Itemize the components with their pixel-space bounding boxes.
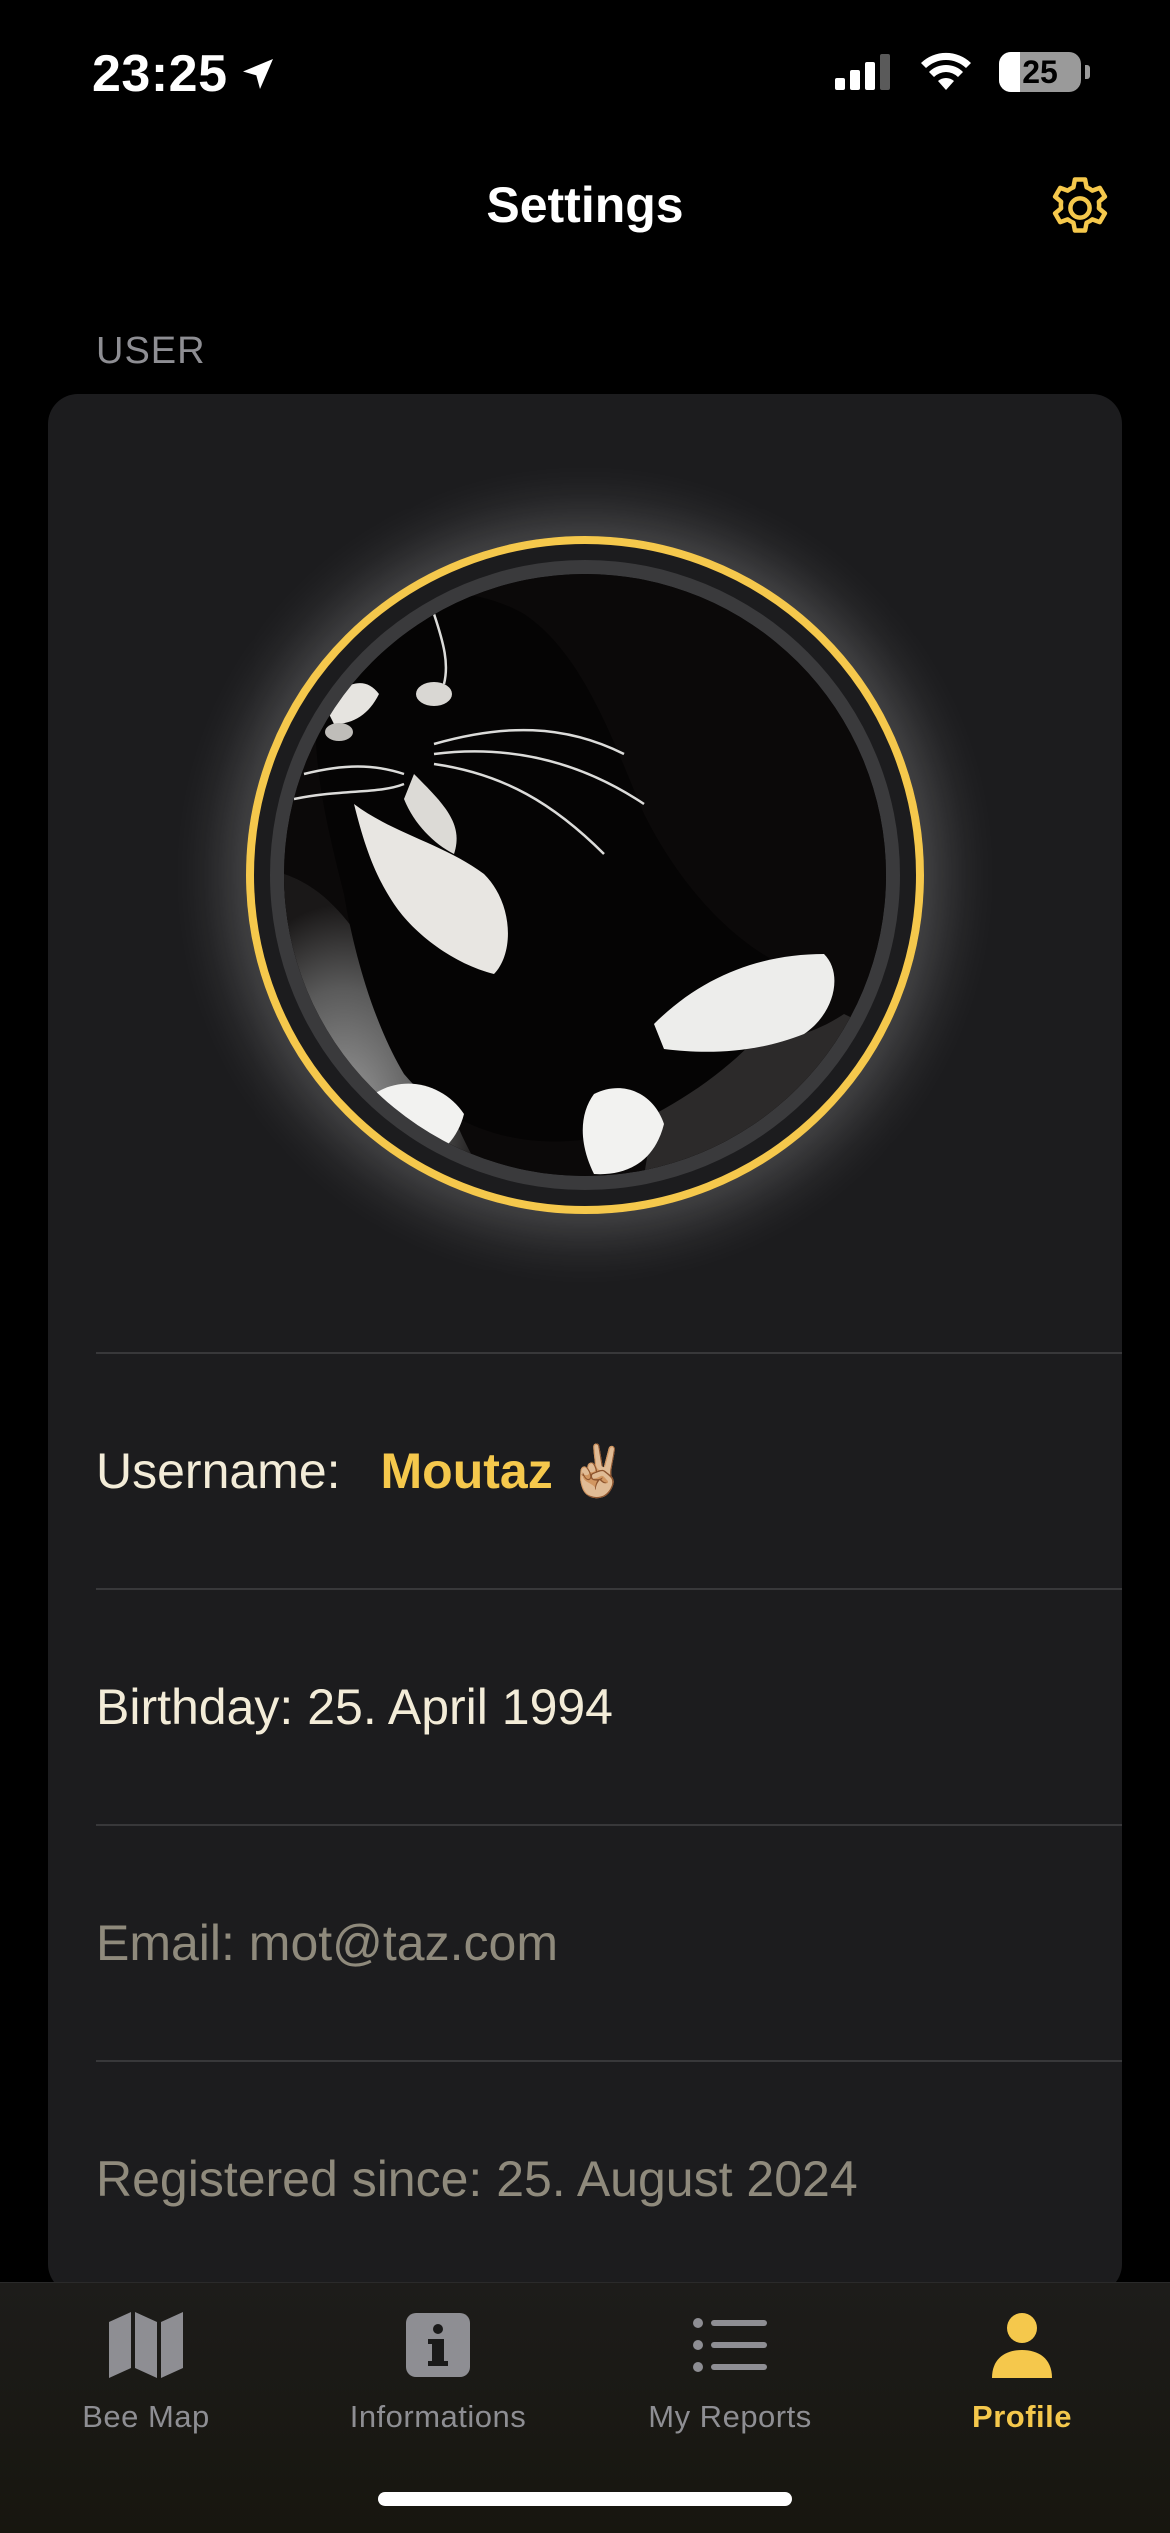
registered-row: Registered since: 25. August 2024 <box>96 2062 1122 2294</box>
home-indicator[interactable] <box>378 2492 792 2506</box>
tab-my-reports[interactable]: My Reports <box>584 2305 876 2465</box>
birthday-row[interactable]: Birthday: 25. April 1994 <box>96 1590 1122 1824</box>
battery-fill <box>999 52 1020 92</box>
tab-label: My Reports <box>648 2399 812 2434</box>
avatar-photo <box>284 574 886 1176</box>
info-icon <box>398 2305 478 2385</box>
tab-bee-map[interactable]: Bee Map <box>0 2305 292 2465</box>
location-arrow-icon <box>242 59 273 89</box>
cellular-signal-icon <box>835 54 890 90</box>
settings-gear-button[interactable] <box>1042 170 1118 246</box>
battery-level: 25 <box>1022 53 1058 90</box>
tab-label: Profile <box>972 2399 1072 2434</box>
birthday-text: Birthday: 25. April 1994 <box>96 1679 613 1735</box>
user-card: Username: Moutaz ✌🏼 Birthday: 25. April … <box>48 394 1122 2294</box>
battery-icon: 25 <box>999 52 1081 92</box>
cat-photo-image <box>284 574 886 1176</box>
registered-text: Registered since: 25. August 2024 <box>96 2151 858 2207</box>
wifi-icon <box>921 52 971 90</box>
username-value: Moutaz ✌🏼 <box>380 1442 629 1499</box>
page-title: Settings <box>486 177 684 233</box>
status-indicators: 25 <box>835 52 1090 92</box>
tab-profile[interactable]: Profile <box>876 2305 1168 2465</box>
email-row: Email: mot@taz.com <box>96 1826 1122 2060</box>
tab-label: Bee Map <box>82 2399 210 2434</box>
tab-label: Informations <box>349 2399 527 2434</box>
status-time: 23:25 <box>92 44 278 104</box>
tab-informations[interactable]: Informations <box>292 2305 584 2465</box>
avatar-frame <box>270 560 900 1190</box>
section-header-user: USER <box>96 330 206 372</box>
list-icon <box>690 2305 770 2385</box>
status-time-text: 23:25 <box>92 45 228 103</box>
avatar[interactable] <box>246 536 924 1214</box>
map-icon <box>106 2305 186 2385</box>
email-text: Email: mot@taz.com <box>96 1915 558 1971</box>
person-icon <box>982 2305 1062 2385</box>
status-bar: 23:25 25 <box>0 0 1170 150</box>
gear-icon <box>1052 177 1108 233</box>
username-label: Username: <box>96 1443 341 1499</box>
battery-tip <box>1085 65 1090 79</box>
username-row[interactable]: Username: Moutaz ✌🏼 <box>96 1354 1122 1588</box>
